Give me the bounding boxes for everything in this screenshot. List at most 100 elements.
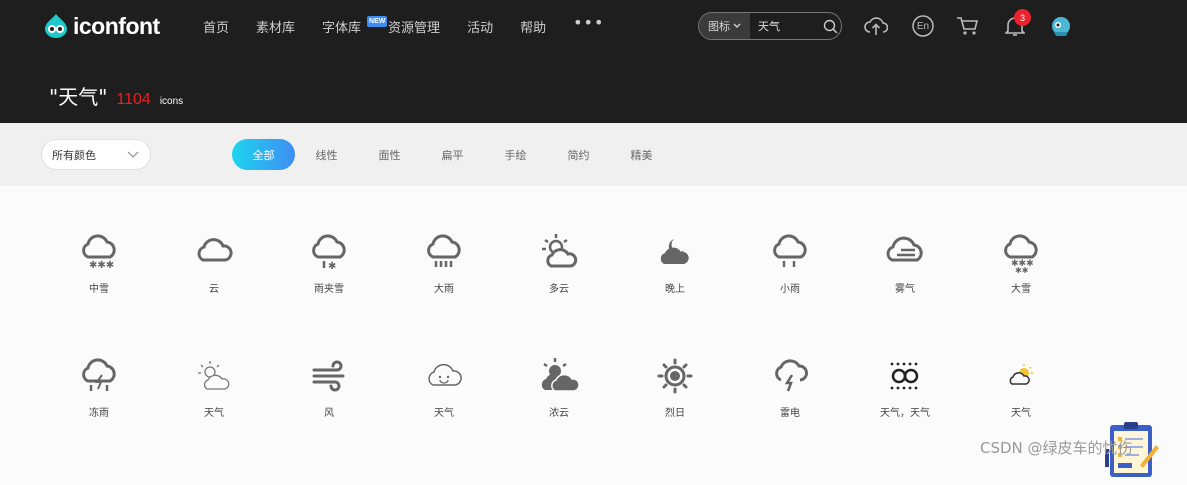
cloud-icon — [197, 238, 233, 262]
icon-label: 天气 — [1011, 408, 1031, 419]
icon-label: 烈日 — [665, 408, 685, 419]
icon-card[interactable]: 雷电 — [745, 354, 835, 434]
partly-cloudy-icon — [542, 234, 578, 268]
nav-resources[interactable]: 资源管理 — [388, 17, 440, 36]
icon-card[interactable]: ✱ 雨夹雪 — [284, 230, 374, 310]
nav-help[interactable]: 帮助 — [520, 17, 546, 36]
search-icon[interactable] — [819, 19, 841, 34]
nav-fonts[interactable]: 字体库 NEW — [322, 16, 388, 36]
icon-grid: ✱✱✱ 中雪 云 ✱ 雨夹雪 大雨 多云 晚上 小雨 雾气 ✱✱✱✱✱ 大雪 — [0, 186, 1187, 477]
language-icon[interactable]: En — [911, 14, 935, 38]
nav-activities[interactable]: 活动 — [467, 17, 493, 36]
icon-label: 冻雨 — [89, 408, 109, 419]
icon-card[interactable]: 晚上 — [630, 230, 720, 310]
top-bar: iconfont 首页 素材库 字体库 NEW 资源管理 活动 帮助 ••• 图… — [0, 0, 1187, 123]
watermark: CSDN @绿皮车的忧伤 — [980, 439, 1133, 457]
icon-card[interactable]: 多云 — [514, 230, 604, 310]
icon-label: 大雪 — [1011, 284, 1031, 295]
icon-card[interactable]: 天气 — [399, 354, 489, 434]
result-unit: icons — [159, 96, 184, 107]
cart-icon[interactable] — [956, 14, 980, 38]
more-icon[interactable]: ••• — [573, 13, 604, 36]
icon-label: 风 — [324, 408, 334, 419]
tab-fill[interactable]: 面性 — [358, 139, 421, 170]
icon-card[interactable]: 冻雨 — [54, 354, 144, 434]
icon-card[interactable]: 风 — [284, 354, 374, 434]
icon-label: 天气 — [434, 408, 454, 419]
smile-cloud-icon — [428, 363, 462, 386]
icon-label: 大雨 — [434, 284, 454, 295]
main-nav: 首页 素材库 字体库 NEW 资源管理 活动 帮助 ••• — [203, 13, 631, 36]
search-input[interactable]: 天气 — [750, 18, 819, 34]
filter-bar: 所有颜色 全部 线性 面性 扁平 手绘 简约 精美 — [0, 123, 1187, 186]
icon-label: 小雨 — [780, 284, 800, 295]
tab-flat[interactable]: 扁平 — [421, 139, 484, 170]
logo[interactable]: iconfont — [43, 12, 160, 40]
svg-text:✱✱✱: ✱✱✱ — [89, 260, 114, 271]
icon-label: 雾气 — [895, 284, 915, 295]
new-badge: NEW — [367, 16, 388, 27]
color-select[interactable]: 所有颜色 — [41, 139, 151, 170]
snow-cloud-icon: ✱✱✱ — [82, 234, 116, 271]
logo-icon — [45, 14, 67, 38]
icon-card[interactable]: 烈日 — [630, 354, 720, 434]
icon-card[interactable]: ✱✱✱ ✱✱ 大雪 — [976, 230, 1066, 310]
search-box: 图标 天气 — [698, 12, 842, 40]
chevron-down-icon — [127, 151, 139, 158]
icon-label: 晚上 — [665, 284, 685, 295]
avatar[interactable] — [1049, 14, 1073, 38]
icon-label: 天气，天气 — [880, 408, 930, 419]
tab-line[interactable]: 线性 — [295, 139, 358, 170]
result-query: "天气" — [49, 85, 108, 109]
heavy-rain-icon — [427, 234, 461, 267]
icon-card[interactable]: 天气 — [169, 354, 259, 434]
tab-hand-drawn[interactable]: 手绘 — [484, 139, 547, 170]
light-rain-icon — [773, 234, 807, 267]
thunder-icon — [775, 359, 808, 392]
result-title: "天气" 1104 icons — [49, 81, 183, 110]
icon-label: 浓云 — [549, 408, 569, 419]
notification-count: 3 — [1014, 9, 1031, 26]
search-type-label: 图标 — [708, 20, 730, 33]
logo-text: iconfont — [73, 12, 160, 39]
search-type-select[interactable]: 图标 — [699, 13, 750, 39]
tab-all[interactable]: 全部 — [232, 139, 295, 170]
sun-cloud-outline-icon — [198, 361, 230, 390]
icon-card[interactable]: 雾气 — [860, 230, 950, 310]
sun-icon — [657, 358, 693, 394]
freezing-rain-icon — [82, 358, 116, 391]
icon-card[interactable]: 大雨 — [399, 230, 489, 310]
upload-icon[interactable] — [864, 14, 888, 38]
chevron-down-icon — [733, 23, 741, 28]
icon-card[interactable]: 云 — [169, 230, 259, 310]
nav-home[interactable]: 首页 — [203, 17, 229, 36]
result-count: 1104 — [116, 91, 151, 108]
icon-card[interactable]: 浓云 — [514, 354, 604, 434]
icon-label: 云 — [209, 284, 219, 295]
bell-icon[interactable]: 3 — [1003, 9, 1031, 38]
style-tabs: 全部 线性 面性 扁平 手绘 简约 精美 — [232, 139, 673, 170]
icon-label: 天气 — [204, 408, 224, 419]
svg-text:✱✱: ✱✱ — [1015, 266, 1029, 274]
wind-icon — [312, 360, 345, 392]
color-select-label: 所有颜色 — [52, 148, 96, 162]
dots-weather-icon — [890, 362, 919, 390]
icon-card[interactable]: 天气，天气 — [860, 354, 950, 434]
language-label: En — [916, 20, 930, 32]
nav-materials[interactable]: 素材库 — [256, 17, 295, 36]
tab-refined[interactable]: 精美 — [610, 139, 673, 170]
icon-label: 中雪 — [89, 284, 109, 295]
icon-label: 多云 — [549, 284, 569, 295]
icon-label: 雨夹雪 — [314, 284, 344, 295]
dense-cloud-icon — [541, 358, 580, 392]
nav-fonts-label: 字体库 — [322, 21, 362, 36]
icon-card[interactable]: ✱✱✱ 中雪 — [54, 230, 144, 310]
heavy-snow-icon: ✱✱✱✱✱ — [1004, 234, 1038, 274]
fog-icon — [886, 236, 923, 262]
tab-simple[interactable]: 简约 — [547, 139, 610, 170]
icon-card[interactable]: 天气 — [976, 354, 1066, 434]
night-icon — [660, 239, 689, 264]
svg-text:✱: ✱ — [328, 261, 336, 272]
icon-card[interactable]: 小雨 — [745, 230, 835, 310]
colored-sun-cloud-icon — [1009, 364, 1033, 385]
